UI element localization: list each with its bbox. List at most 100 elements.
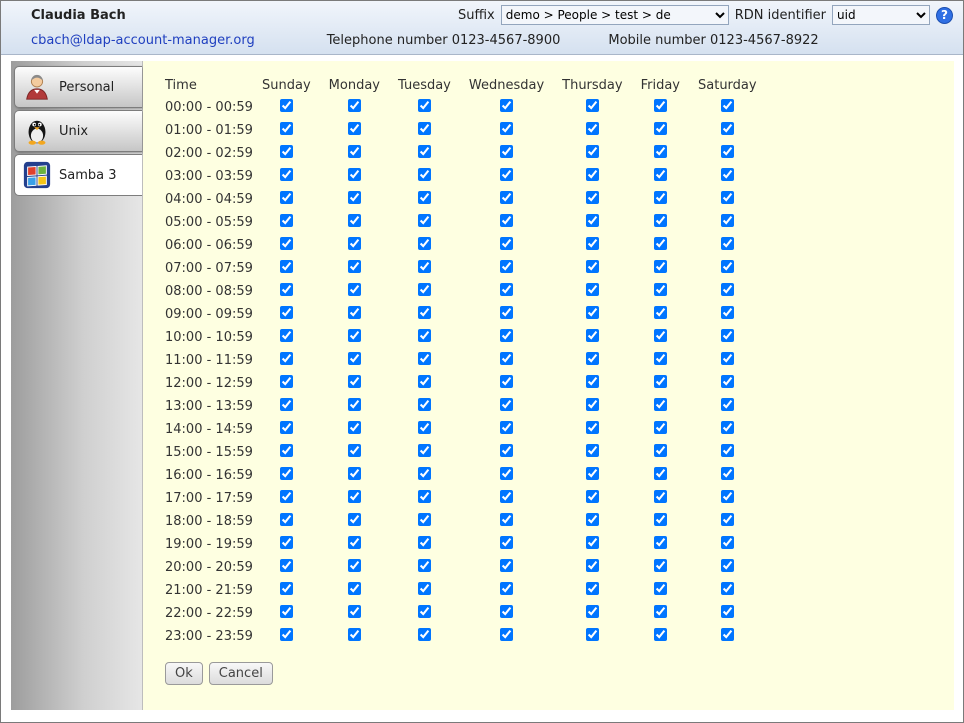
logon-hour-checkbox[interactable] xyxy=(418,628,431,641)
logon-hour-checkbox[interactable] xyxy=(418,398,431,411)
logon-hour-checkbox[interactable] xyxy=(280,536,293,549)
logon-hour-checkbox[interactable] xyxy=(721,536,734,549)
logon-hour-checkbox[interactable] xyxy=(586,536,599,549)
logon-hour-checkbox[interactable] xyxy=(348,490,361,503)
logon-hour-checkbox[interactable] xyxy=(500,237,513,250)
logon-hour-checkbox[interactable] xyxy=(500,260,513,273)
logon-hour-checkbox[interactable] xyxy=(348,168,361,181)
logon-hour-checkbox[interactable] xyxy=(500,398,513,411)
logon-hour-checkbox[interactable] xyxy=(586,467,599,480)
logon-hour-checkbox[interactable] xyxy=(721,352,734,365)
logon-hour-checkbox[interactable] xyxy=(721,145,734,158)
logon-hour-checkbox[interactable] xyxy=(280,99,293,112)
cancel-button[interactable]: Cancel xyxy=(209,662,273,685)
logon-hour-checkbox[interactable] xyxy=(654,283,667,296)
logon-hour-checkbox[interactable] xyxy=(280,260,293,273)
logon-hour-checkbox[interactable] xyxy=(500,122,513,135)
logon-hour-checkbox[interactable] xyxy=(721,260,734,273)
logon-hour-checkbox[interactable] xyxy=(280,467,293,480)
logon-hour-checkbox[interactable] xyxy=(280,329,293,342)
logon-hour-checkbox[interactable] xyxy=(654,191,667,204)
logon-hour-checkbox[interactable] xyxy=(500,605,513,618)
logon-hour-checkbox[interactable] xyxy=(500,191,513,204)
logon-hour-checkbox[interactable] xyxy=(654,329,667,342)
logon-hour-checkbox[interactable] xyxy=(418,513,431,526)
logon-hour-checkbox[interactable] xyxy=(418,444,431,457)
logon-hour-checkbox[interactable] xyxy=(586,260,599,273)
logon-hour-checkbox[interactable] xyxy=(586,168,599,181)
logon-hour-checkbox[interactable] xyxy=(348,444,361,457)
logon-hour-checkbox[interactable] xyxy=(280,375,293,388)
logon-hour-checkbox[interactable] xyxy=(654,375,667,388)
logon-hour-checkbox[interactable] xyxy=(654,122,667,135)
logon-hour-checkbox[interactable] xyxy=(280,398,293,411)
logon-hour-checkbox[interactable] xyxy=(280,605,293,618)
logon-hour-checkbox[interactable] xyxy=(654,490,667,503)
logon-hour-checkbox[interactable] xyxy=(280,513,293,526)
logon-hour-checkbox[interactable] xyxy=(418,329,431,342)
logon-hour-checkbox[interactable] xyxy=(500,214,513,227)
logon-hour-checkbox[interactable] xyxy=(418,99,431,112)
logon-hour-checkbox[interactable] xyxy=(586,513,599,526)
logon-hour-checkbox[interactable] xyxy=(654,444,667,457)
logon-hour-checkbox[interactable] xyxy=(721,214,734,227)
logon-hour-checkbox[interactable] xyxy=(500,467,513,480)
logon-hour-checkbox[interactable] xyxy=(500,145,513,158)
logon-hour-checkbox[interactable] xyxy=(586,306,599,319)
logon-hour-checkbox[interactable] xyxy=(348,99,361,112)
logon-hour-checkbox[interactable] xyxy=(500,559,513,572)
logon-hour-checkbox[interactable] xyxy=(348,191,361,204)
tab-unix[interactable]: Unix xyxy=(14,110,142,152)
logon-hour-checkbox[interactable] xyxy=(418,214,431,227)
logon-hour-checkbox[interactable] xyxy=(586,191,599,204)
logon-hour-checkbox[interactable] xyxy=(654,260,667,273)
logon-hour-checkbox[interactable] xyxy=(721,191,734,204)
logon-hour-checkbox[interactable] xyxy=(500,582,513,595)
logon-hour-checkbox[interactable] xyxy=(500,352,513,365)
logon-hour-checkbox[interactable] xyxy=(721,306,734,319)
email-link[interactable]: cbach@ldap-account-manager.org xyxy=(31,33,255,48)
logon-hour-checkbox[interactable] xyxy=(721,490,734,503)
logon-hour-checkbox[interactable] xyxy=(280,444,293,457)
logon-hour-checkbox[interactable] xyxy=(654,513,667,526)
logon-hour-checkbox[interactable] xyxy=(348,628,361,641)
logon-hour-checkbox[interactable] xyxy=(418,237,431,250)
logon-hour-checkbox[interactable] xyxy=(654,352,667,365)
logon-hour-checkbox[interactable] xyxy=(654,605,667,618)
logon-hour-checkbox[interactable] xyxy=(418,582,431,595)
logon-hour-checkbox[interactable] xyxy=(586,329,599,342)
logon-hour-checkbox[interactable] xyxy=(500,283,513,296)
logon-hour-checkbox[interactable] xyxy=(280,628,293,641)
logon-hour-checkbox[interactable] xyxy=(586,283,599,296)
logon-hour-checkbox[interactable] xyxy=(721,628,734,641)
logon-hour-checkbox[interactable] xyxy=(721,283,734,296)
logon-hour-checkbox[interactable] xyxy=(721,398,734,411)
tab-samba3[interactable]: Samba 3 xyxy=(14,154,142,196)
logon-hour-checkbox[interactable] xyxy=(280,237,293,250)
logon-hour-checkbox[interactable] xyxy=(348,375,361,388)
logon-hour-checkbox[interactable] xyxy=(500,306,513,319)
logon-hour-checkbox[interactable] xyxy=(721,605,734,618)
logon-hour-checkbox[interactable] xyxy=(654,398,667,411)
logon-hour-checkbox[interactable] xyxy=(280,191,293,204)
logon-hour-checkbox[interactable] xyxy=(654,421,667,434)
logon-hour-checkbox[interactable] xyxy=(721,329,734,342)
logon-hour-checkbox[interactable] xyxy=(280,283,293,296)
logon-hour-checkbox[interactable] xyxy=(721,513,734,526)
logon-hour-checkbox[interactable] xyxy=(654,628,667,641)
logon-hour-checkbox[interactable] xyxy=(418,283,431,296)
logon-hour-checkbox[interactable] xyxy=(418,375,431,388)
logon-hour-checkbox[interactable] xyxy=(500,444,513,457)
logon-hour-checkbox[interactable] xyxy=(654,214,667,227)
logon-hour-checkbox[interactable] xyxy=(654,467,667,480)
logon-hour-checkbox[interactable] xyxy=(586,214,599,227)
logon-hour-checkbox[interactable] xyxy=(721,168,734,181)
logon-hour-checkbox[interactable] xyxy=(280,306,293,319)
logon-hour-checkbox[interactable] xyxy=(418,168,431,181)
logon-hour-checkbox[interactable] xyxy=(721,421,734,434)
logon-hour-checkbox[interactable] xyxy=(586,628,599,641)
logon-hour-checkbox[interactable] xyxy=(721,99,734,112)
suffix-select[interactable]: demo > People > test > de xyxy=(501,5,729,25)
logon-hour-checkbox[interactable] xyxy=(348,260,361,273)
logon-hour-checkbox[interactable] xyxy=(500,329,513,342)
